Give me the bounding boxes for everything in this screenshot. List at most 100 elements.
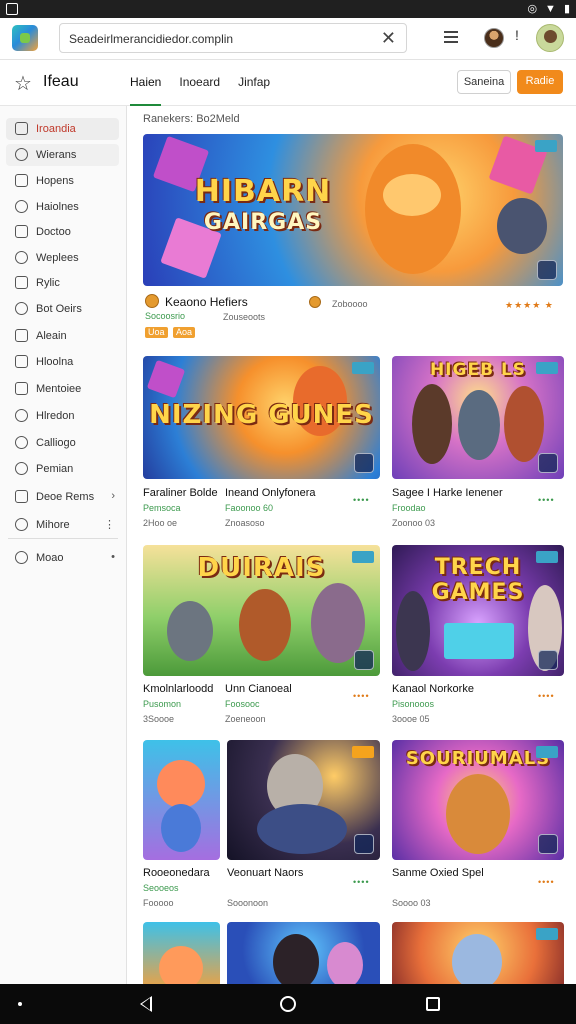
game-meta: Zoonoo 03 bbox=[392, 518, 436, 528]
globe-icon bbox=[15, 251, 28, 264]
game-sub: Seooeos bbox=[143, 883, 179, 893]
avatar[interactable] bbox=[536, 24, 564, 52]
game-meta: 2Hoo oe bbox=[143, 518, 178, 528]
game-title[interactable]: Sanme Oxied Spel bbox=[392, 867, 484, 879]
profile-thumbnail[interactable] bbox=[484, 28, 504, 48]
expand-icon[interactable] bbox=[537, 260, 557, 280]
game-card-image-9[interactable] bbox=[227, 922, 380, 984]
calendar-icon bbox=[15, 174, 28, 187]
card-badge bbox=[536, 551, 558, 563]
author-logo-icon bbox=[309, 296, 321, 308]
sidebar-item-9[interactable]: Aleain bbox=[6, 325, 119, 347]
featured-author: Zoboooo bbox=[332, 299, 368, 309]
game-card-image-6[interactable] bbox=[227, 740, 380, 860]
url-text: Seadeirlmerancidiedor.complin bbox=[69, 32, 234, 46]
secondary-button[interactable]: Saneina bbox=[457, 70, 511, 94]
game-art-title: NIZING GUNES bbox=[149, 400, 374, 430]
close-icon[interactable]: ✕ bbox=[381, 28, 396, 49]
game-meta: 3Soooe bbox=[143, 714, 175, 724]
expand-icon[interactable] bbox=[354, 453, 374, 473]
tab-third[interactable]: Jinfap bbox=[238, 60, 270, 106]
sidebar-item-label: Wierans bbox=[36, 149, 77, 161]
sidebar-item-10[interactable]: Hloolna bbox=[6, 351, 119, 373]
sidebar-item-7[interactable]: Rylic bbox=[6, 272, 119, 294]
character-figure bbox=[458, 390, 500, 460]
game-rating: •••• bbox=[353, 495, 370, 505]
sidebar-item-14[interactable]: Pemian bbox=[6, 458, 119, 480]
expand-icon[interactable] bbox=[538, 834, 558, 854]
tab-second[interactable]: Inoeard bbox=[179, 60, 220, 106]
back-icon[interactable] bbox=[140, 996, 152, 1012]
game-title[interactable]: Faraliner Bolde bbox=[143, 487, 218, 499]
game-card-image-2[interactable]: HIGEB LS bbox=[392, 356, 564, 479]
featured-title[interactable]: Keaono Hefiers bbox=[165, 295, 248, 309]
recent-apps-icon[interactable] bbox=[426, 997, 440, 1011]
card-badge bbox=[352, 551, 374, 563]
sidebar-item-label: Deoe Rems bbox=[36, 491, 95, 503]
expand-icon[interactable] bbox=[538, 453, 558, 473]
square-icon bbox=[15, 276, 28, 289]
publisher-logo-icon bbox=[145, 294, 159, 308]
game-card-image-3[interactable]: DUIRAIS bbox=[143, 545, 380, 676]
game-card-image-4[interactable]: TRECH GAMES bbox=[392, 545, 564, 676]
chat-icon bbox=[15, 462, 28, 475]
sidebar-item-15[interactable]: Deoe Rems › bbox=[6, 486, 119, 508]
featured-game-image[interactable]: HIBARN GAIRGAS bbox=[143, 134, 563, 286]
sidebar-item-label: Mihore bbox=[36, 519, 70, 531]
sidebar-item-label: Weplees bbox=[36, 252, 79, 264]
game-card-image-1[interactable]: NIZING GUNES bbox=[143, 356, 380, 479]
phone-icon bbox=[15, 436, 28, 449]
character-figure bbox=[161, 804, 201, 852]
game-title[interactable]: Rooeonedara bbox=[143, 867, 210, 879]
sidebar-item-12[interactable]: Hlredon bbox=[6, 405, 119, 427]
game-card-image-7[interactable]: SOURIUMALS bbox=[392, 740, 564, 860]
stage-decoration bbox=[444, 623, 514, 659]
app-logo-icon[interactable] bbox=[12, 25, 38, 51]
expand-icon[interactable] bbox=[354, 834, 374, 854]
game-title[interactable]: Kanaol Norkorke bbox=[392, 683, 474, 695]
tab-home[interactable]: Haien bbox=[130, 60, 162, 106]
sidebar-item-17[interactable]: Moao • bbox=[6, 547, 119, 569]
game-card-image-10[interactable] bbox=[392, 922, 564, 984]
expand-icon[interactable] bbox=[354, 650, 374, 670]
sidebar-item-5[interactable]: Doctoo bbox=[6, 221, 119, 243]
game-card-image-8[interactable] bbox=[143, 922, 220, 984]
status-icons: ◎ ▼ ▮ bbox=[527, 2, 570, 16]
star-icon[interactable]: ☆ bbox=[14, 71, 32, 96]
game-sub: Pusomon bbox=[143, 699, 182, 709]
sidebar-item-label: Moao bbox=[36, 552, 64, 564]
section-label: Ranekers: Bo2Meld bbox=[143, 113, 240, 125]
primary-button[interactable]: Radie bbox=[517, 70, 563, 94]
more-options-icon[interactable]: ! bbox=[515, 27, 519, 43]
sidebar-item-8[interactable]: Bot Oeirs bbox=[6, 298, 119, 320]
featured-art-title: HIBARN bbox=[194, 174, 332, 209]
sidebar-item-2[interactable]: Wierans bbox=[6, 144, 119, 166]
sidebar-item-label: Doctoo bbox=[36, 226, 71, 238]
game-card-image-5[interactable] bbox=[143, 740, 220, 860]
character-face bbox=[273, 934, 319, 984]
sidebar-item-13[interactable]: Calliogo bbox=[6, 432, 119, 454]
url-field[interactable]: Seadeirlmerancidiedor.complin ✕ bbox=[59, 23, 407, 53]
sidebar-item-label: Aleain bbox=[36, 330, 67, 342]
game-title[interactable]: Kmolnlarloodd bbox=[143, 683, 213, 695]
sidebar-item-3[interactable]: Hopens bbox=[6, 170, 119, 192]
card-badge bbox=[536, 928, 558, 940]
game-title[interactable]: Veonuart Naors bbox=[227, 867, 303, 879]
expand-icon[interactable] bbox=[538, 650, 558, 670]
sidebar-item-label: Bot Oeirs bbox=[36, 303, 82, 315]
sidebar-item-16[interactable]: Mihore ⋮ bbox=[6, 514, 119, 536]
home-button-icon[interactable] bbox=[280, 996, 296, 1012]
game-title[interactable]: Ineand Onlyfonera bbox=[225, 487, 316, 499]
character-figure bbox=[239, 589, 291, 661]
menu-icon[interactable] bbox=[444, 28, 458, 46]
sidebar-item-4[interactable]: Haiolnes bbox=[6, 196, 119, 218]
sidebar-item-11[interactable]: Mentoiee bbox=[6, 378, 119, 400]
game-title[interactable]: Unn Cianoeal bbox=[225, 683, 292, 695]
pen-icon bbox=[15, 302, 28, 315]
character-face bbox=[452, 934, 502, 984]
sidebar-item-1[interactable]: Iroandia bbox=[6, 118, 119, 140]
character-figure bbox=[446, 774, 510, 854]
game-title[interactable]: Sagee I Harke Ienener bbox=[392, 487, 503, 499]
character-face bbox=[157, 760, 205, 808]
sidebar-item-6[interactable]: Weplees bbox=[6, 247, 119, 269]
